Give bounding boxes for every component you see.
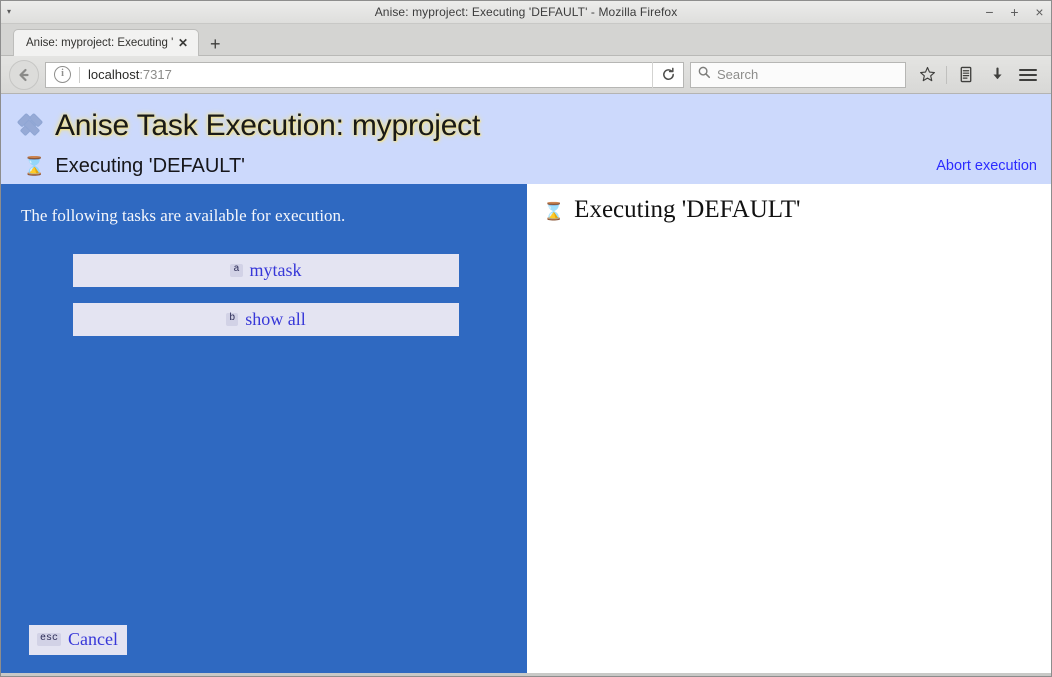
back-button[interactable] <box>9 59 39 90</box>
app-title-row: Anise Task Execution: myproject <box>1 102 1051 150</box>
downloads-icon[interactable] <box>982 61 1012 89</box>
cancel-button-label: Cancel <box>68 629 118 649</box>
title-bar: ▾ Anise: myproject: Executing 'DEFAULT' … <box>1 1 1051 24</box>
keycap-a: a <box>230 264 243 277</box>
search-placeholder: Search <box>717 67 759 82</box>
hourglass-icon: ⌛ <box>23 156 46 176</box>
tab-label: Anise: myproject: Executing '... <box>26 37 174 49</box>
abort-execution-link[interactable]: Abort execution <box>936 158 1037 174</box>
url-bar[interactable]: i localhost:7317 <box>45 61 684 88</box>
reload-icon[interactable] <box>652 61 683 88</box>
maximize-button[interactable]: + <box>1008 5 1021 19</box>
task-selection-pane: The following tasks are available for ex… <box>1 181 527 673</box>
bookmark-star-icon[interactable] <box>912 61 942 89</box>
site-info-icon[interactable]: i <box>54 66 71 83</box>
new-tab-button[interactable]: + <box>210 35 221 53</box>
task-intro-text: The following tasks are available for ex… <box>21 206 346 225</box>
window-controls: − + × <box>983 1 1046 23</box>
page-title: Anise Task Execution: myproject <box>55 109 481 142</box>
browser-window: ▾ Anise: myproject: Executing 'DEFAULT' … <box>0 0 1052 677</box>
header-status-row: ⌛ Executing 'DEFAULT' Abort execution <box>1 150 1051 182</box>
execution-output-pane: ⌛ Executing 'DEFAULT' <box>527 181 1051 673</box>
toolbar-icon-group <box>912 61 1043 89</box>
keycap-b: b <box>226 313 239 326</box>
url-host: localhost <box>88 67 140 82</box>
panes-container: The following tasks are available for ex… <box>1 181 1051 673</box>
tab-close-icon[interactable]: ✕ <box>174 37 192 49</box>
minimize-button[interactable]: − <box>983 5 996 19</box>
app-header: Anise Task Execution: myproject ⌛ Execut… <box>1 94 1051 181</box>
header-status-text: Executing 'DEFAULT' <box>55 154 245 177</box>
close-button[interactable]: × <box>1033 5 1046 19</box>
tab-strip: Anise: myproject: Executing '... ✕ + <box>1 24 1051 56</box>
url-text: localhost:7317 <box>88 67 652 82</box>
task-choice-list: a mytask b show all <box>1 254 527 336</box>
search-input[interactable]: Search <box>690 61 906 88</box>
window-menu-icon[interactable]: ▾ <box>7 1 11 23</box>
page-content: Anise Task Execution: myproject ⌛ Execut… <box>1 94 1051 673</box>
window-bottom-frame <box>1 673 1051 676</box>
task-choice-label: mytask <box>249 260 302 280</box>
tab-anise[interactable]: Anise: myproject: Executing '... ✕ <box>13 29 199 56</box>
menu-icon[interactable] <box>1013 61 1043 89</box>
url-port: :7317 <box>139 67 172 82</box>
library-icon[interactable] <box>951 61 981 89</box>
url-divider <box>79 66 80 83</box>
task-choice-mytask[interactable]: a mytask <box>73 254 459 287</box>
task-choice-label: show all <box>245 309 306 329</box>
crossed-hammers-icon <box>15 111 45 141</box>
keycap-esc: esc <box>37 633 62 646</box>
cancel-button[interactable]: esc Cancel <box>29 625 127 655</box>
navigation-toolbar: i localhost:7317 Search <box>1 56 1051 94</box>
hourglass-icon: ⌛ <box>543 202 565 221</box>
cancel-wrapper: esc Cancel <box>29 625 127 655</box>
execution-status-row: ⌛ Executing 'DEFAULT' <box>527 184 1051 224</box>
search-icon <box>697 65 711 84</box>
execution-status-text: Executing 'DEFAULT' <box>574 196 801 223</box>
window-title: Anise: myproject: Executing 'DEFAULT' - … <box>374 5 678 19</box>
toolbar-divider <box>946 65 947 84</box>
task-choice-show-all[interactable]: b show all <box>73 303 459 336</box>
